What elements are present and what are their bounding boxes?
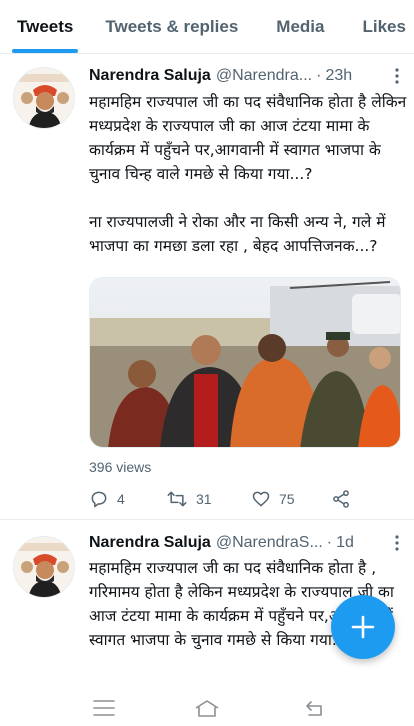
plus-icon <box>351 615 375 639</box>
tweet-time[interactable]: 1d <box>336 533 354 553</box>
menu-icon <box>93 700 115 716</box>
tweet[interactable]: Narendra Saluja @Narendra... · 23h महामह… <box>0 54 414 520</box>
avatar-image <box>14 68 74 128</box>
avatar[interactable] <box>13 67 75 129</box>
tab-media[interactable]: Media <box>276 0 324 53</box>
home-button[interactable] <box>194 696 220 720</box>
tweet-paragraph: महामहिम राज्यपाल जी का पद संवैधानिक होता… <box>89 93 407 183</box>
view-count: 396 views <box>89 459 152 475</box>
tweet-header: Narendra Saluja @NarendraS... · 1d <box>89 533 407 553</box>
avatar[interactable] <box>13 536 75 598</box>
tab-tweets[interactable]: Tweets <box>12 0 79 53</box>
tab-likes-label: Likes <box>362 16 406 36</box>
author-name[interactable]: Narendra Saluja <box>89 66 211 86</box>
active-tab-indicator <box>12 49 79 53</box>
share-button[interactable] <box>331 489 351 509</box>
more-vertical-icon[interactable] <box>387 533 407 553</box>
tab-tweets-and-replies[interactable]: Tweets & replies <box>105 0 238 53</box>
back-button[interactable] <box>302 696 328 720</box>
reply-icon <box>91 491 107 508</box>
retweet-button[interactable]: 31 <box>166 489 212 509</box>
tweet-time[interactable]: 23h <box>325 66 352 86</box>
author-handle[interactable]: @Narendra... <box>216 66 312 86</box>
back-icon <box>306 701 322 716</box>
tab-tweets-label: Tweets <box>17 16 74 36</box>
tweet-text: महामहिम राज्यपाल जी का पद संवैधानिक होता… <box>89 90 409 258</box>
tab-likes[interactable]: Likes <box>362 0 405 53</box>
home-icon <box>195 700 219 717</box>
retweet-count: 31 <box>196 491 212 507</box>
like-button[interactable]: 75 <box>251 489 295 509</box>
like-count: 75 <box>279 491 295 507</box>
author-name[interactable]: Narendra Saluja <box>89 533 211 553</box>
retweet-icon <box>167 491 187 507</box>
heart-icon <box>252 491 270 507</box>
video-frame-image <box>90 278 400 447</box>
more-vertical-icon[interactable] <box>387 66 407 86</box>
system-nav-bar <box>0 690 414 726</box>
profile-tabs: Tweets Tweets & replies Media Likes <box>0 0 414 54</box>
separator-dot: · <box>316 67 322 84</box>
tab-tweets-and-replies-label: Tweets & replies <box>105 16 239 36</box>
tab-media-label: Media <box>276 16 325 36</box>
reply-button[interactable]: 4 <box>89 489 125 509</box>
share-icon <box>333 490 349 508</box>
compose-tweet-button[interactable] <box>331 595 395 659</box>
avatar-image <box>14 537 74 597</box>
reply-count: 4 <box>117 491 125 507</box>
tweet-header: Narendra Saluja @Narendra... · 23h <box>89 66 407 86</box>
tweet-paragraph: ना राज्यपालजी ने रोका और ना किसी अन्य ने… <box>89 213 386 255</box>
tweet-video-thumbnail[interactable] <box>89 277 401 448</box>
author-handle[interactable]: @NarendraS... <box>216 533 323 553</box>
separator-dot: · <box>326 534 333 551</box>
tweet-actions: 4 31 75 <box>89 489 369 511</box>
recent-apps-button[interactable] <box>91 696 117 720</box>
